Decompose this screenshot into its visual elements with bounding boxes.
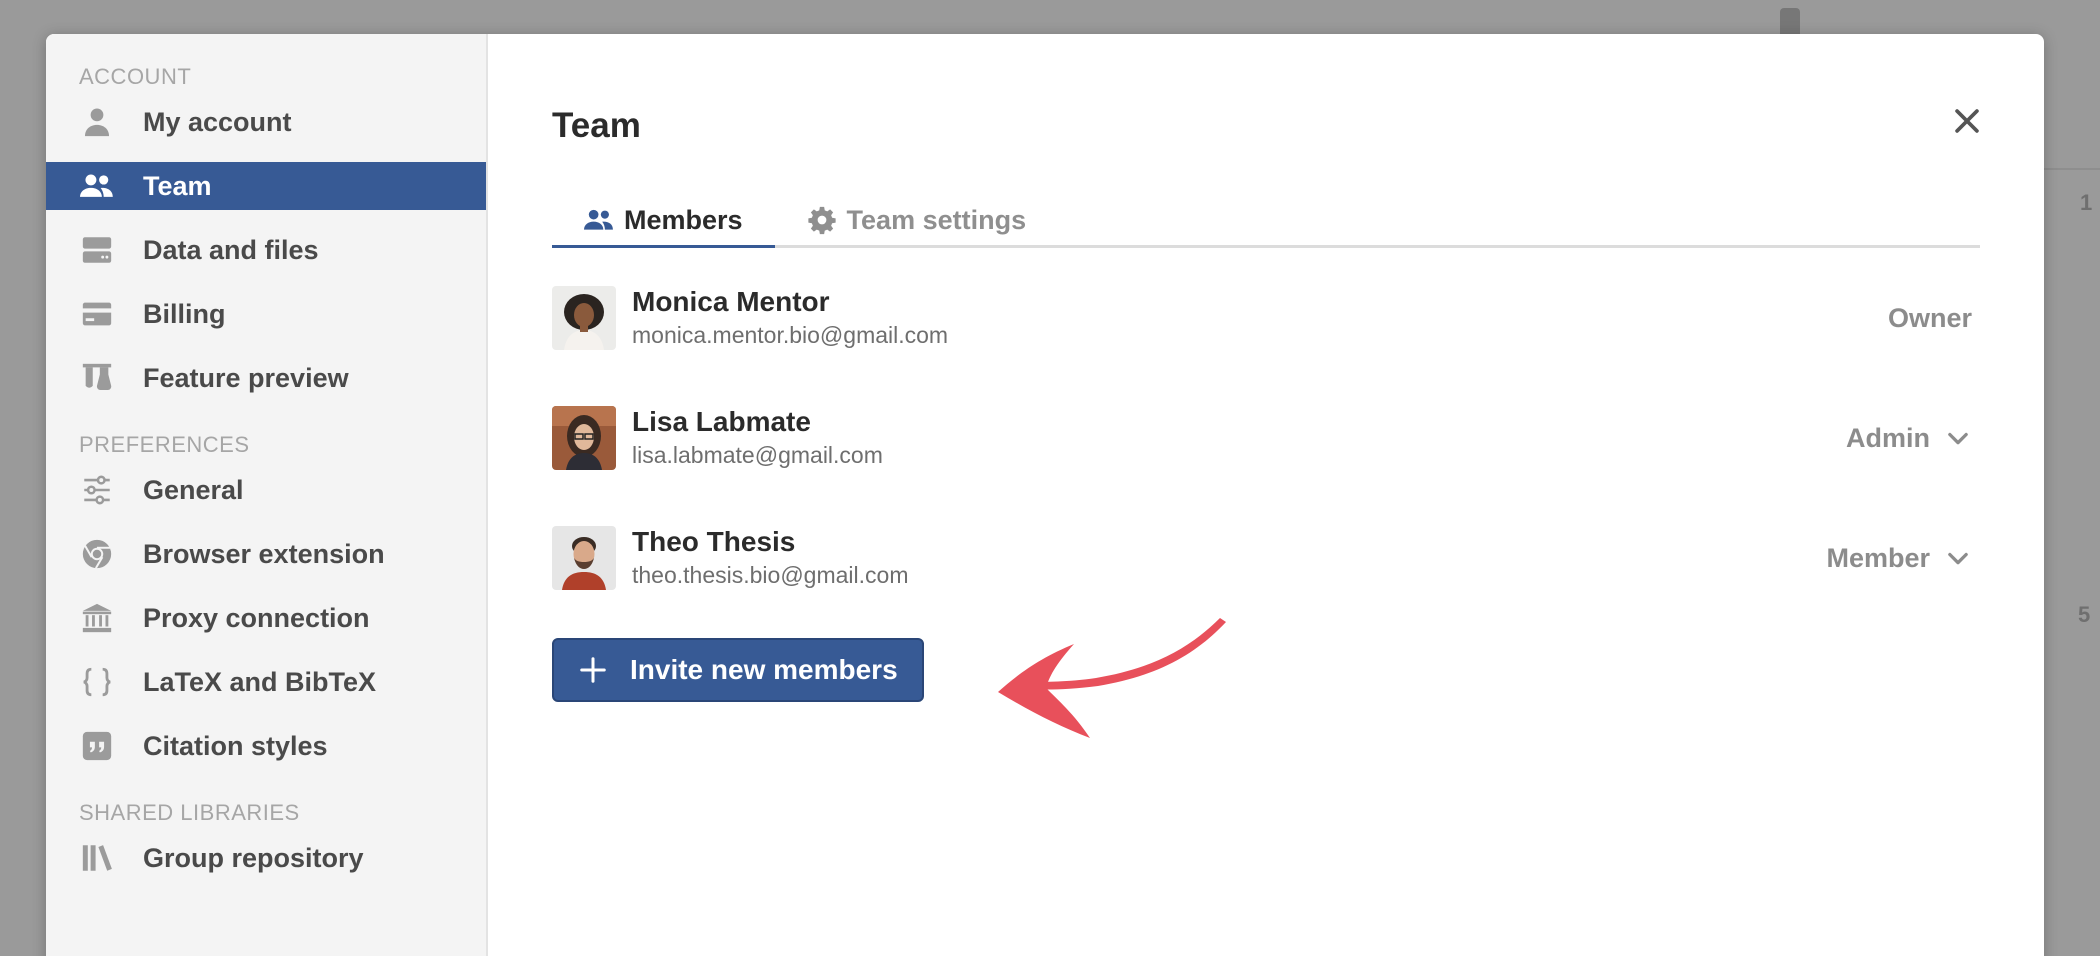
- quote-icon: [79, 728, 115, 764]
- sidebar-item-group-repository[interactable]: Group repository: [46, 834, 486, 882]
- member-name: Theo Thesis: [632, 526, 796, 557]
- braces-icon: [79, 664, 115, 700]
- sidebar-item-label: My account: [143, 106, 292, 137]
- close-icon[interactable]: [1950, 104, 1984, 138]
- users-icon: [584, 205, 614, 235]
- background-text-fragment: 5: [2078, 602, 2091, 627]
- annotation-arrow-icon: [998, 618, 1226, 738]
- user-icon: [79, 104, 115, 140]
- chevron-down-icon: [1944, 544, 1972, 572]
- section-heading-preferences: PREFERENCES: [79, 432, 250, 457]
- member-row: Lisa Labmate lisa.labmate@gmail.com Admi…: [552, 406, 1972, 470]
- sidebar-item-label: Citation styles: [143, 730, 328, 761]
- role-text: Owner: [1887, 302, 1972, 333]
- plus-icon: [578, 655, 608, 685]
- background-text-fragment: 1: [2080, 190, 2093, 215]
- role-text: Member: [1826, 542, 1930, 573]
- section-heading-shared-libraries: SHARED LIBRARIES: [79, 800, 300, 825]
- sidebar-item-browser-extension[interactable]: Browser extension: [46, 530, 486, 578]
- settings-content: Team Members Team settings Monica Mentor…: [488, 34, 2044, 956]
- sidebar-item-label: Team: [143, 170, 212, 201]
- credit-card-icon: [79, 296, 115, 332]
- sidebar-item-label: Feature preview: [143, 362, 349, 393]
- sidebar-item-label: Browser extension: [143, 538, 385, 569]
- chevron-down-icon: [1944, 424, 1972, 452]
- settings-modal: ACCOUNT My account Team Data and files B…: [46, 34, 2044, 956]
- member-email: theo.thesis.bio@gmail.com: [632, 562, 909, 588]
- sidebar-item-billing[interactable]: Billing: [46, 290, 486, 338]
- background-divider: [2044, 168, 2100, 170]
- sidebar-item-proxy-connection[interactable]: Proxy connection: [46, 594, 486, 642]
- flask-icon: [79, 360, 115, 396]
- invite-button-label: Invite new members: [630, 654, 898, 685]
- sidebar-item-my-account[interactable]: My account: [46, 98, 486, 146]
- tab-bar: Members Team settings: [552, 192, 1980, 248]
- sidebar-item-general[interactable]: General: [46, 466, 486, 514]
- sidebar-item-label: LaTeX and BibTeX: [143, 666, 377, 697]
- sliders-icon: [79, 472, 115, 508]
- member-email: lisa.labmate@gmail.com: [632, 442, 883, 468]
- sidebar-item-team[interactable]: Team: [46, 162, 486, 210]
- member-name: Monica Mentor: [632, 286, 830, 317]
- avatar: [552, 406, 616, 470]
- sidebar-item-label: General: [143, 474, 244, 505]
- role-dropdown[interactable]: Admin: [1846, 423, 1972, 454]
- institution-icon: [79, 600, 115, 636]
- library-icon: [79, 840, 115, 876]
- member-list: Monica Mentor monica.mentor.bio@gmail.co…: [552, 286, 1972, 590]
- section-heading-account: ACCOUNT: [79, 64, 192, 89]
- tab-label: Team settings: [846, 204, 1027, 235]
- sidebar-item-label: Billing: [143, 298, 226, 329]
- invite-members-button[interactable]: Invite new members: [552, 638, 924, 702]
- sidebar-item-latex-and-bibtex[interactable]: LaTeX and BibTeX: [46, 658, 486, 706]
- tab-team-settings[interactable]: Team settings: [775, 195, 1059, 248]
- chrome-icon: [79, 536, 115, 572]
- sidebar-item-label: Proxy connection: [143, 602, 370, 633]
- role-text: Admin: [1846, 422, 1930, 453]
- settings-sidebar: ACCOUNT My account Team Data and files B…: [46, 34, 488, 956]
- sidebar-item-label: Data and files: [143, 234, 319, 265]
- gear-icon: [807, 205, 837, 235]
- sidebar-item-feature-preview[interactable]: Feature preview: [46, 354, 486, 402]
- storage-icon: [79, 232, 115, 268]
- sidebar-item-label: Group repository: [143, 842, 364, 873]
- role-label: Owner: [1888, 303, 1972, 334]
- member-row: Theo Thesis theo.thesis.bio@gmail.com Me…: [552, 526, 1972, 590]
- users-icon: [79, 168, 115, 204]
- sidebar-item-data-and-files[interactable]: Data and files: [46, 226, 486, 274]
- tab-members[interactable]: Members: [552, 195, 775, 248]
- role-dropdown[interactable]: Member: [1826, 543, 1972, 574]
- page-title: Team: [552, 106, 641, 145]
- member-email: monica.mentor.bio@gmail.com: [632, 322, 949, 348]
- avatar: [552, 286, 616, 350]
- tab-label: Members: [624, 204, 743, 235]
- member-name: Lisa Labmate: [632, 406, 811, 437]
- sidebar-item-citation-styles[interactable]: Citation styles: [46, 722, 486, 770]
- avatar: [552, 526, 616, 590]
- member-row: Monica Mentor monica.mentor.bio@gmail.co…: [552, 286, 1972, 350]
